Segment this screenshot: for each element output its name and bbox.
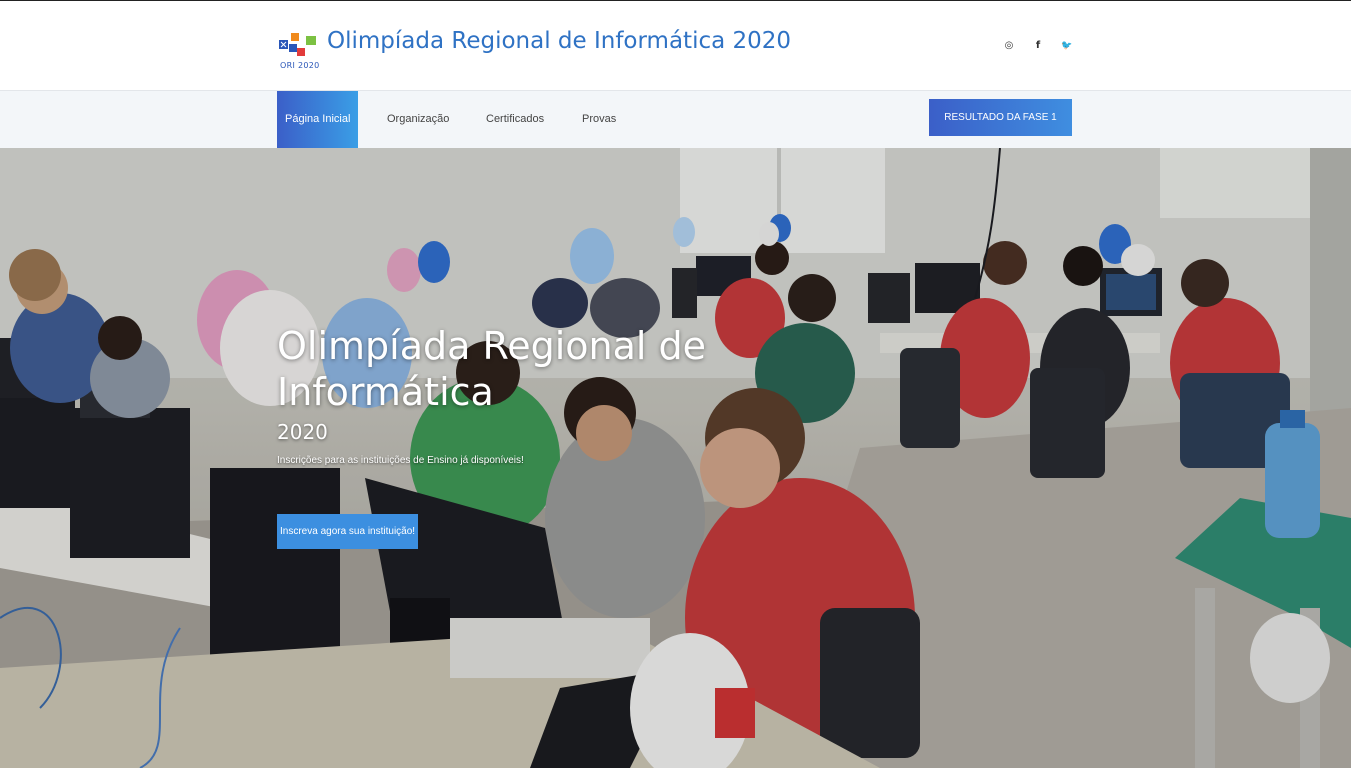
twitter-icon[interactable]: 🐦 [1060, 39, 1074, 53]
register-institution-button[interactable]: Inscreva agora sua instituição! [277, 514, 419, 549]
main-nav: Página Inicial Organização Certificados … [0, 91, 1351, 148]
site-title[interactable]: Olimpíada Regional de Informática 2020 [327, 28, 791, 54]
hero-photo [0, 148, 1351, 768]
hero-banner: Olimpíada Regional de Informática 2020 I… [0, 148, 1351, 768]
hero-title: Olimpíada Regional de Informática [277, 324, 707, 414]
logo-caption: ORI 2020 [280, 61, 320, 70]
facebook-icon[interactable]: f [1031, 39, 1045, 53]
instagram-icon[interactable]: ◎ [1002, 39, 1016, 53]
hero-year: 2020 [277, 420, 328, 444]
top-header: ORI 2020 Olimpíada Regional de Informáti… [0, 0, 1351, 91]
nav-item-organizacao[interactable]: Organização [387, 91, 449, 148]
results-button[interactable]: RESULTADO DA FASE 1 [929, 99, 1072, 136]
nav-item-certificados[interactable]: Certificados [486, 91, 544, 148]
nav-item-provas[interactable]: Provas [582, 91, 616, 148]
nav-item-home[interactable]: Página Inicial [277, 91, 358, 148]
hero-subtitle: Inscrições para as instituições de Ensin… [277, 455, 524, 466]
